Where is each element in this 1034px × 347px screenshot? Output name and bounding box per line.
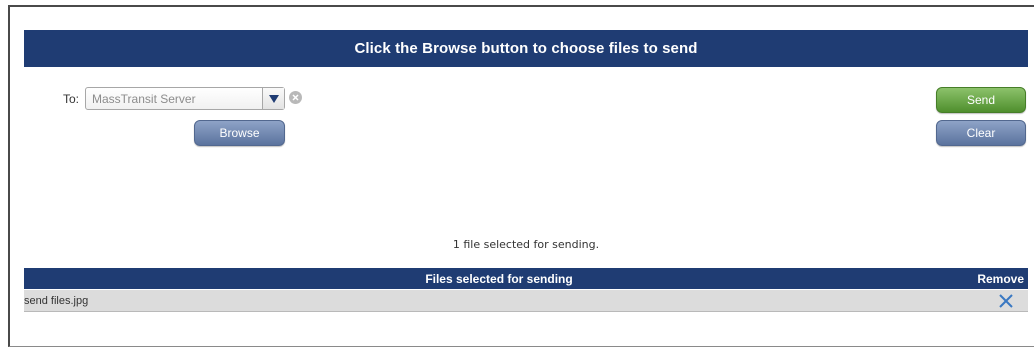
files-column-header: Files selected for sending bbox=[425, 271, 573, 286]
instruction-banner-text: Click the Browse button to choose files … bbox=[354, 40, 698, 57]
instruction-banner: Click the Browse button to choose files … bbox=[24, 30, 1028, 67]
clear-recipient-icon[interactable] bbox=[289, 91, 302, 104]
remove-column-header: Remove bbox=[977, 271, 1024, 286]
selection-status: 1 file selected for sending. bbox=[452, 238, 600, 251]
browse-button[interactable]: Browse bbox=[194, 120, 285, 146]
recipient-label: To: bbox=[63, 92, 80, 106]
close-icon[interactable] bbox=[998, 293, 1014, 309]
dropdown-arrow-icon[interactable] bbox=[262, 88, 284, 109]
table-row: send files.jpg bbox=[24, 290, 1028, 312]
files-table-header: Files selected for sending Remove bbox=[24, 268, 1028, 289]
recipient-select[interactable]: MassTransit Server bbox=[85, 87, 285, 110]
send-button[interactable]: Send bbox=[936, 87, 1026, 113]
recipient-select-value: MassTransit Server bbox=[92, 91, 196, 106]
clear-button[interactable]: Clear bbox=[936, 120, 1026, 146]
file-name: send files.jpg bbox=[24, 295, 89, 307]
